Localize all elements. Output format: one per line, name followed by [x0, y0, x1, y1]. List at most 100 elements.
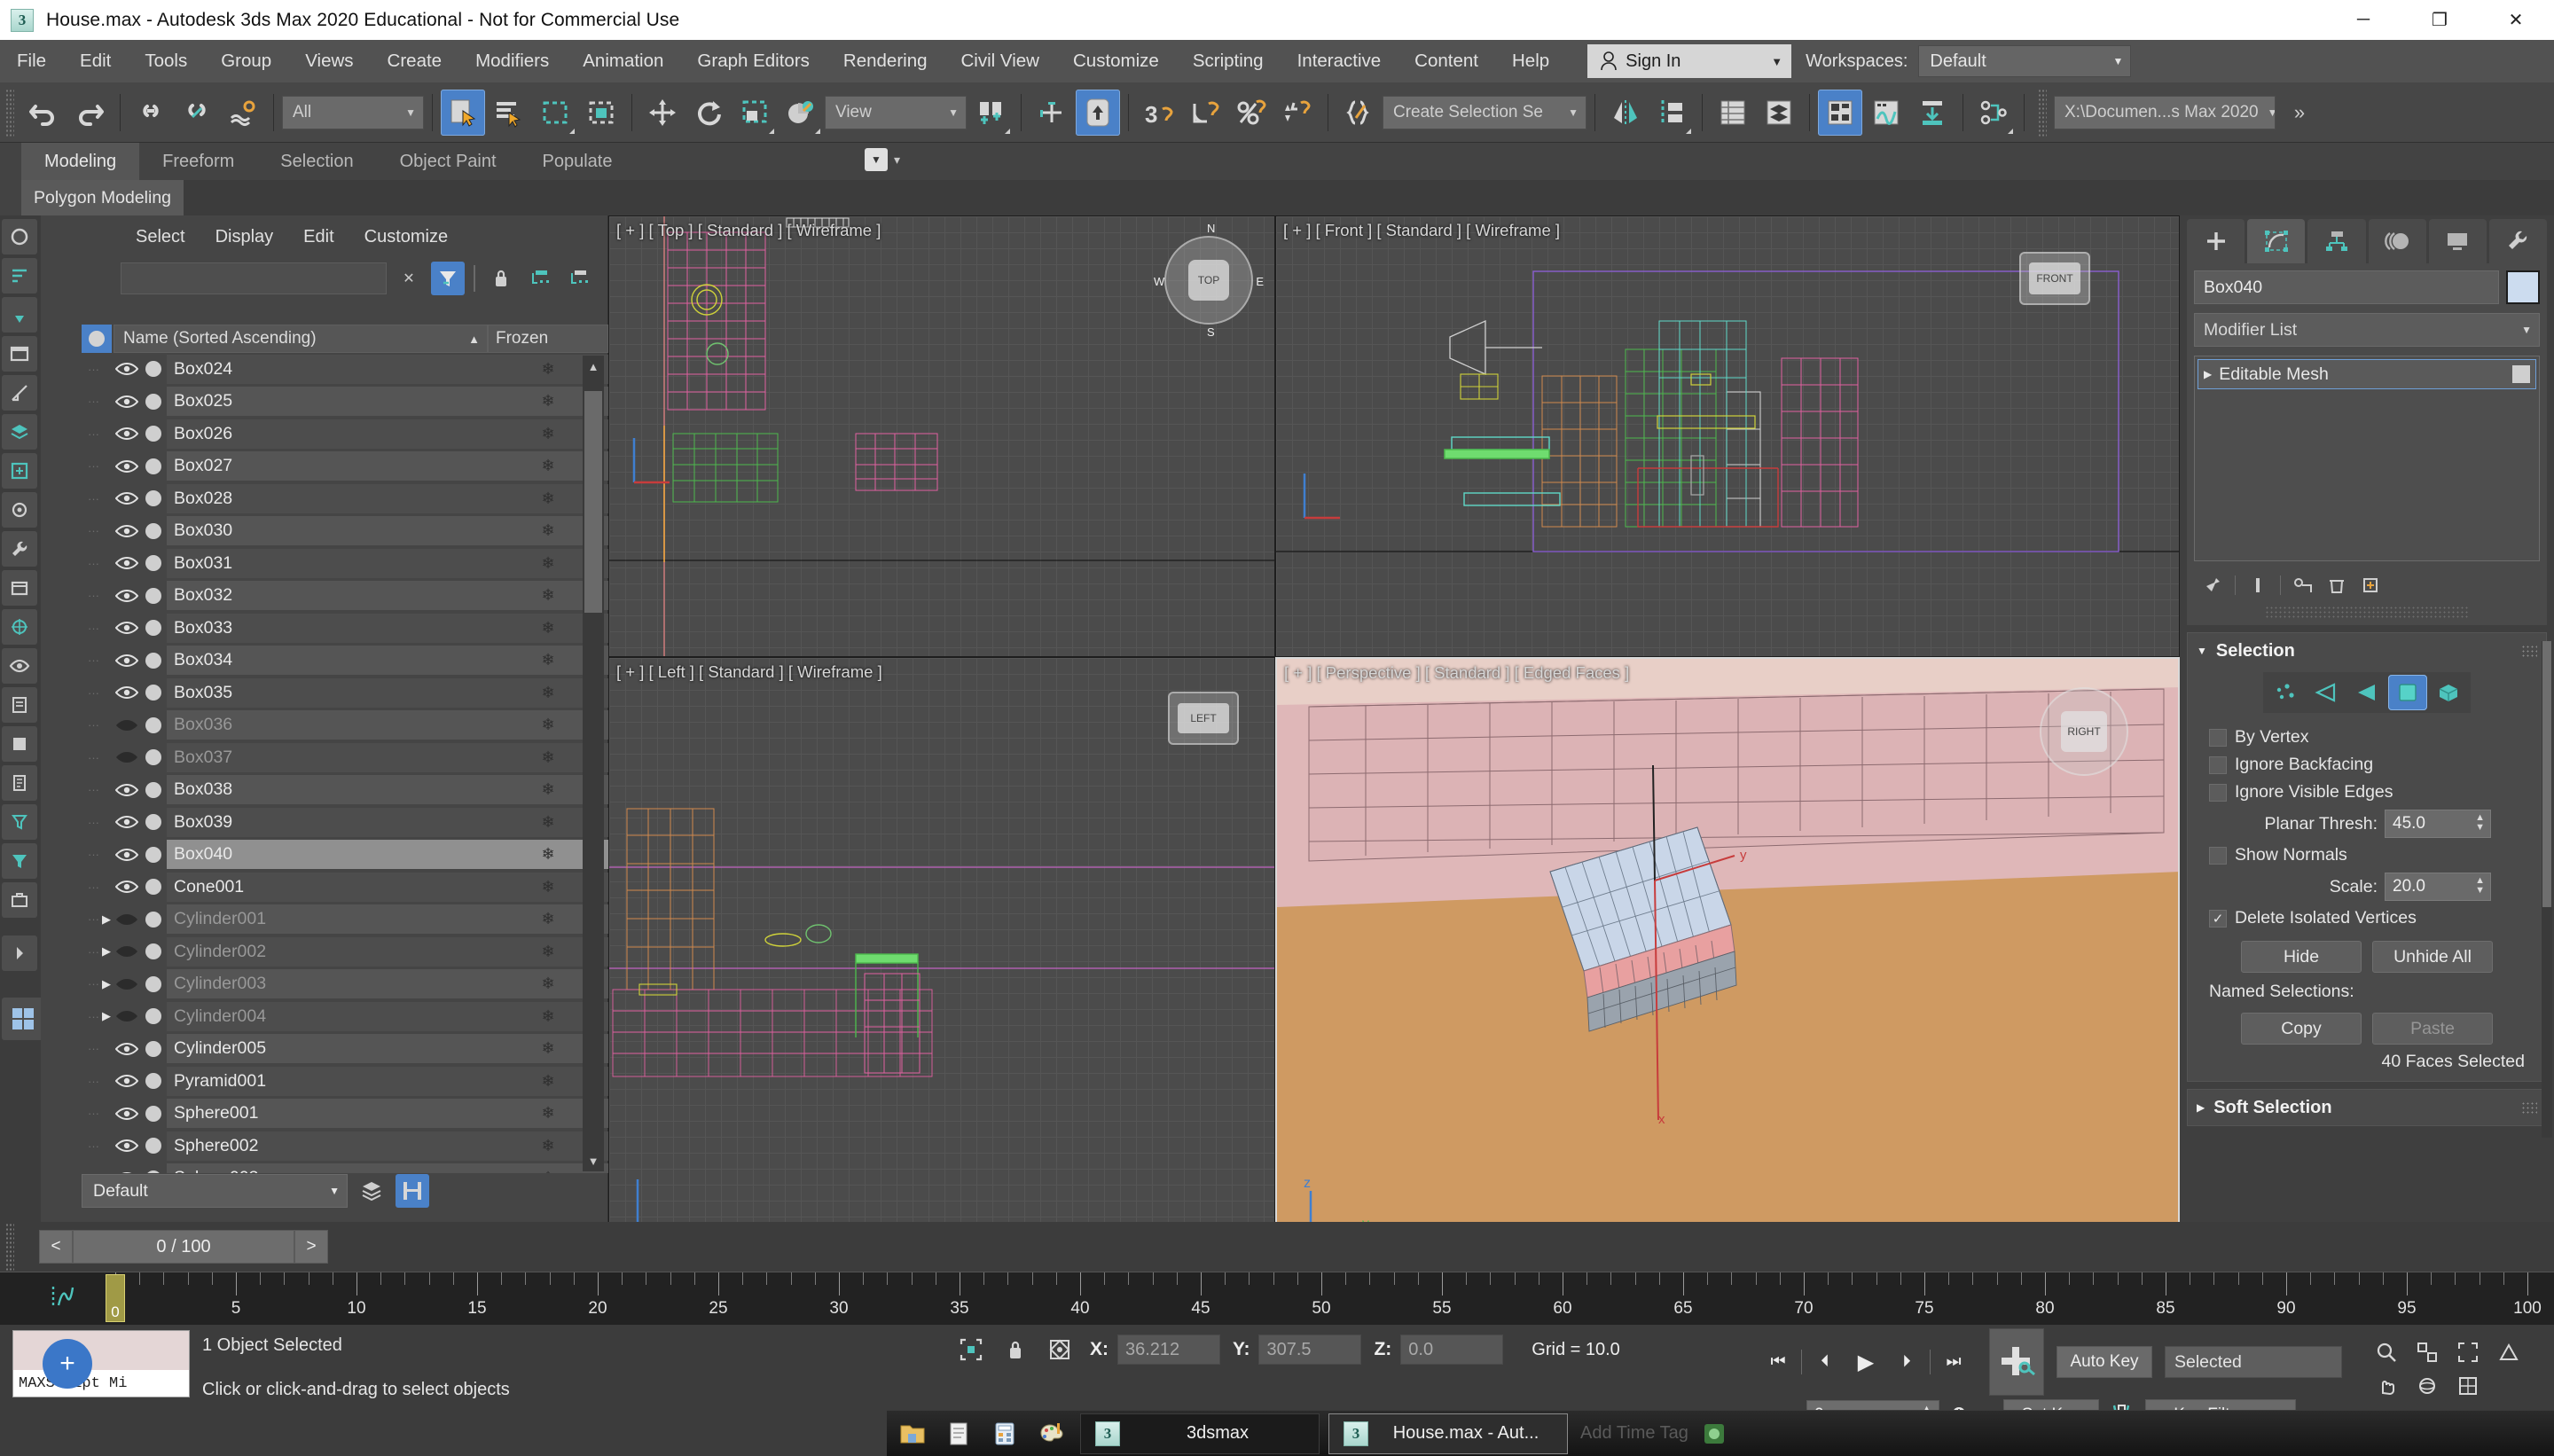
material-editor-button[interactable]: [1971, 90, 2016, 136]
collapse-tree-icon[interactable]: [562, 262, 596, 295]
project-folder-select[interactable]: X:\Documen...s Max 2020 ▼: [2054, 95, 2276, 129]
orbit-icon[interactable]: [2409, 1371, 2446, 1401]
table-row[interactable]: ··· Sphere001 ❄: [82, 1098, 608, 1131]
clear-search-icon[interactable]: ✕: [392, 262, 426, 295]
object-name-cell[interactable]: Box027: [167, 451, 488, 481]
previous-frame-button[interactable]: ⏴: [1807, 1346, 1843, 1378]
menu-civil-view[interactable]: Civil View: [944, 40, 1056, 82]
table-row[interactable]: ··· Box038 ❄: [82, 774, 608, 807]
time-slider-grip[interactable]: [5, 1223, 14, 1271]
rollout-soft-selection-header[interactable]: ▶ Soft Selection: [2188, 1090, 2546, 1125]
notepad-icon[interactable]: [938, 1414, 979, 1453]
rollout-grip-dots[interactable]: [2521, 1101, 2537, 1114]
curve-editor-icon[interactable]: [50, 1283, 76, 1310]
zoom-extents-icon[interactable]: [2449, 1337, 2487, 1367]
bind-to-space-warp-button[interactable]: [221, 90, 265, 136]
object-color-swatch[interactable]: [2506, 270, 2540, 304]
select-and-move-button[interactable]: [640, 90, 685, 136]
eye-icon[interactable]: [114, 362, 140, 376]
eye-icon[interactable]: [114, 685, 140, 700]
rail-list-icon[interactable]: [2, 687, 37, 723]
table-row[interactable]: ··· Box026 ❄: [82, 418, 608, 450]
rail-visibility-icon[interactable]: [2, 648, 37, 684]
menu-group[interactable]: Group: [204, 40, 288, 82]
copy-button[interactable]: Copy: [2241, 1013, 2362, 1045]
object-color-dot[interactable]: [140, 781, 167, 798]
object-color-dot[interactable]: [140, 652, 167, 669]
object-name-cell[interactable]: Cylinder001: [167, 904, 488, 935]
table-row[interactable]: ··· ▶ Cylinder003 ❄: [82, 968, 608, 1001]
rail-page-icon[interactable]: [2, 765, 37, 801]
modifier-stack[interactable]: ▶ Editable Mesh: [2194, 356, 2540, 561]
object-name-cell[interactable]: Cylinder004: [167, 1001, 488, 1031]
field-of-view-icon[interactable]: [2490, 1337, 2527, 1367]
eye-icon[interactable]: [114, 1042, 140, 1056]
tab-selection[interactable]: Selection: [257, 143, 376, 180]
eye-icon[interactable]: [114, 1009, 140, 1023]
spinner-arrows-icon[interactable]: ▲▼: [2475, 876, 2485, 896]
column-header-frozen[interactable]: Frozen: [488, 325, 608, 353]
object-color-dot[interactable]: [140, 716, 167, 733]
view-cube-front[interactable]: FRONT: [2019, 252, 2090, 305]
use-pivot-point-center-button[interactable]: [968, 90, 1013, 136]
view-cube-left[interactable]: LEFT: [1168, 692, 1239, 745]
select-by-name-button[interactable]: [487, 90, 531, 136]
menu-scripting[interactable]: Scripting: [1176, 40, 1281, 82]
rollout-selection-header[interactable]: ▼ Selection: [2188, 633, 2546, 669]
column-header-name[interactable]: Name (Sorted Ascending) ▲: [114, 325, 488, 353]
tab-hierarchy[interactable]: [2307, 219, 2366, 263]
viewport-left[interactable]: [ + ] [ Left ] [ Standard ] [ Wireframe …: [608, 657, 1275, 1262]
rail-pin-icon[interactable]: [2, 297, 37, 333]
select-object-button[interactable]: [441, 89, 485, 136]
table-row[interactable]: ··· Box032 ❄: [82, 580, 608, 613]
view-cube-left-face[interactable]: LEFT: [1178, 703, 1229, 733]
tab-object-paint[interactable]: Object Paint: [377, 143, 520, 180]
object-name-input[interactable]: Box040: [2194, 270, 2499, 304]
zoom-all-icon[interactable]: [2409, 1337, 2446, 1367]
undo-button[interactable]: [21, 90, 66, 136]
close-button[interactable]: ✕: [2478, 0, 2554, 40]
object-name-cell[interactable]: Box036: [167, 710, 488, 740]
scrollbar-thumb[interactable]: [584, 391, 602, 613]
object-color-dot[interactable]: [140, 426, 167, 442]
auto-key-button[interactable]: Auto Key: [2057, 1346, 2152, 1378]
select-and-rotate-button[interactable]: [686, 90, 731, 136]
eye-icon[interactable]: [114, 848, 140, 862]
rail-sort-objects-icon[interactable]: [2, 258, 37, 294]
object-name-cell[interactable]: Box026: [167, 419, 488, 449]
table-row[interactable]: ··· Box035 ❄: [82, 677, 608, 709]
object-name-cell[interactable]: Cylinder003: [167, 969, 488, 999]
next-frame-button[interactable]: ⏵: [1889, 1346, 1924, 1378]
chevron-down-icon[interactable]: ▼: [1771, 55, 1782, 68]
menu-content[interactable]: Content: [1398, 40, 1495, 82]
object-name-cell[interactable]: Box038: [167, 775, 488, 805]
toolbar-overflow-button[interactable]: »: [2277, 90, 2322, 136]
view-cube-perspective-face[interactable]: RIGHT: [2061, 711, 2107, 752]
table-row[interactable]: ··· Box036 ❄: [82, 709, 608, 742]
rail-freeze-icon[interactable]: [2, 453, 37, 489]
object-name-cell[interactable]: Cylinder002: [167, 936, 488, 967]
object-color-dot[interactable]: [140, 975, 167, 992]
absolute-mode-icon[interactable]: [1042, 1332, 1077, 1367]
command-panel-scrollbar[interactable]: [2542, 641, 2552, 1138]
curve-editor-button[interactable]: [1864, 90, 1908, 136]
tab-create[interactable]: [2187, 219, 2245, 263]
rail-expand-panel-button[interactable]: [2, 935, 37, 971]
redo-button[interactable]: [67, 90, 112, 136]
eye-icon[interactable]: [114, 880, 140, 894]
set-key-big-button[interactable]: [1989, 1328, 2044, 1396]
menu-edit[interactable]: Edit: [63, 40, 128, 82]
scale-spinner[interactable]: 20.0 ▲ ▼: [2385, 873, 2491, 901]
eye-icon[interactable]: [114, 589, 140, 603]
time-slider-playhead[interactable]: 0: [106, 1274, 125, 1322]
next-frame-button[interactable]: >: [294, 1230, 328, 1264]
tab-modify[interactable]: [2247, 219, 2306, 263]
object-color-dot[interactable]: [140, 911, 167, 928]
taskbar-window-housemax[interactable]: 3 House.max - Aut...: [1328, 1413, 1568, 1454]
table-row[interactable]: ··· Box031 ❄: [82, 547, 608, 580]
lock-icon[interactable]: [484, 262, 518, 295]
view-cube-top-face[interactable]: TOP: [1188, 260, 1229, 301]
x-field[interactable]: 36.212: [1117, 1335, 1220, 1365]
key-filter-target-select[interactable]: Selected: [2165, 1346, 2342, 1378]
menu-rendering[interactable]: Rendering: [827, 40, 944, 82]
